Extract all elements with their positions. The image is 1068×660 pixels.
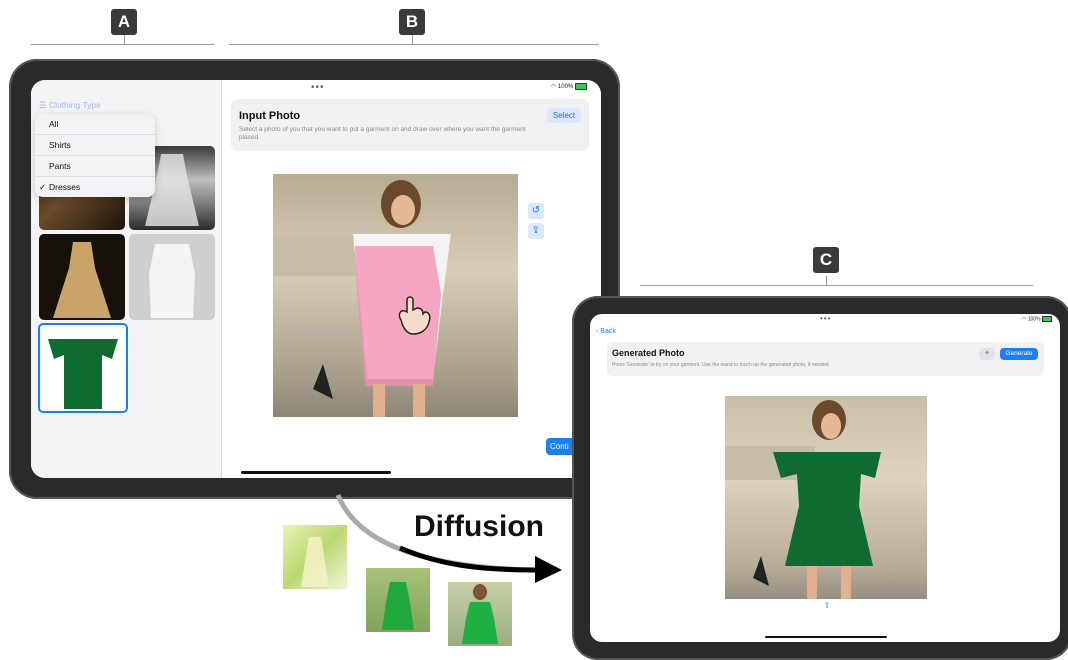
back-button[interactable]: ‹ Back (596, 328, 616, 335)
input-photo[interactable] (273, 174, 518, 417)
diffusion-step-image (448, 582, 512, 646)
gold-dress-image (53, 242, 111, 318)
generated-photo-card: Generated Photo Press 'Generate' to try … (607, 342, 1044, 376)
back-label: Back (600, 328, 616, 335)
menu-item-label: Shirts (49, 140, 71, 150)
diffusion-step-image (283, 525, 347, 589)
section-a-tick (124, 35, 125, 44)
diffusion-step-image (366, 568, 430, 632)
section-c-line (640, 285, 1033, 286)
section-a-line (31, 44, 214, 45)
multitask-dots[interactable]: ••• (311, 82, 325, 93)
share-icon[interactable]: ⇪ (822, 601, 832, 611)
home-indicator (765, 636, 887, 638)
section-b-tick (412, 35, 413, 44)
card-title: Input Photo (239, 110, 301, 122)
person-green-dress-image (725, 400, 881, 599)
diffusion-label: Diffusion (414, 510, 544, 543)
undo-icon[interactable]: ↺ (528, 203, 544, 219)
tablet-output: ••• ◠ 100% ‹ Back Generated Photo Press … (572, 296, 1068, 660)
status-bar: ◠ 100% (551, 83, 587, 90)
tablet-input-screen: ☰ Clothing Type All Shirts Pants ✓ Dress… (31, 80, 601, 478)
home-indicator (241, 471, 391, 474)
menu-item-label: Dresses (49, 182, 81, 192)
section-c-tick (826, 276, 827, 285)
battery-percent: 100% (1027, 316, 1041, 323)
menu-item-pants[interactable]: Pants (35, 156, 155, 177)
sidebar: ☰ Clothing Type All Shirts Pants ✓ Dress… (31, 80, 222, 478)
sidebar-header[interactable]: ☰ Clothing Type (39, 100, 101, 111)
wifi-icon: ◠ (551, 84, 557, 91)
arrow-curve-dark (399, 545, 536, 573)
tablet-output-screen: ••• ◠ 100% ‹ Back Generated Photo Press … (590, 314, 1060, 642)
card-description: Select a photo of you that you want to p… (239, 126, 526, 141)
generate-button[interactable]: Generate (1000, 348, 1038, 360)
tablet-input: ☰ Clothing Type All Shirts Pants ✓ Dress… (9, 59, 620, 499)
select-button[interactable]: Select (547, 108, 581, 123)
label-c: C (813, 247, 839, 273)
label-b: B (399, 9, 425, 35)
chevron-left-icon: ‹ (596, 328, 599, 335)
wand-icon[interactable]: ✦ (979, 348, 995, 360)
battery-icon (1041, 316, 1052, 322)
menu-item-all[interactable]: All (35, 114, 155, 135)
hand-pointer-icon (391, 292, 435, 336)
section-b-line (229, 44, 599, 45)
menu-item-dresses[interactable]: ✓ Dresses (35, 177, 155, 197)
status-bar: ◠ 100% (1022, 316, 1052, 322)
menu-item-label: Pants (49, 161, 71, 171)
wifi-icon: ◠ (1022, 316, 1027, 323)
input-photo-card: Input Photo Select a photo of you that y… (231, 99, 589, 151)
checkmark-icon: ✓ (39, 182, 47, 192)
white-lace-image (149, 244, 195, 318)
green-dress-image (48, 339, 118, 409)
battery-icon (574, 83, 587, 90)
clothing-type-menu: All Shirts Pants ✓ Dresses (35, 114, 155, 197)
menu-item-shirts[interactable]: Shirts (35, 135, 155, 156)
dress-thumbnail[interactable] (39, 234, 125, 320)
battery-percent: 100% (557, 84, 574, 91)
list-icon: ☰ (39, 100, 47, 110)
menu-item-label: All (49, 119, 59, 129)
card-description: Press 'Generate' to try on your garment.… (612, 362, 830, 368)
generated-photo[interactable] (725, 396, 927, 599)
dress-thumbnail-selected[interactable] (38, 323, 128, 413)
dress-thumbnail[interactable] (129, 234, 215, 320)
card-title: Generated Photo (612, 348, 685, 358)
share-icon[interactable]: ⇪ (528, 223, 544, 239)
sidebar-title: Clothing Type (49, 100, 101, 110)
multitask-dots[interactable]: ••• (820, 314, 831, 323)
label-a: A (111, 9, 137, 35)
arrow-head (535, 556, 562, 583)
